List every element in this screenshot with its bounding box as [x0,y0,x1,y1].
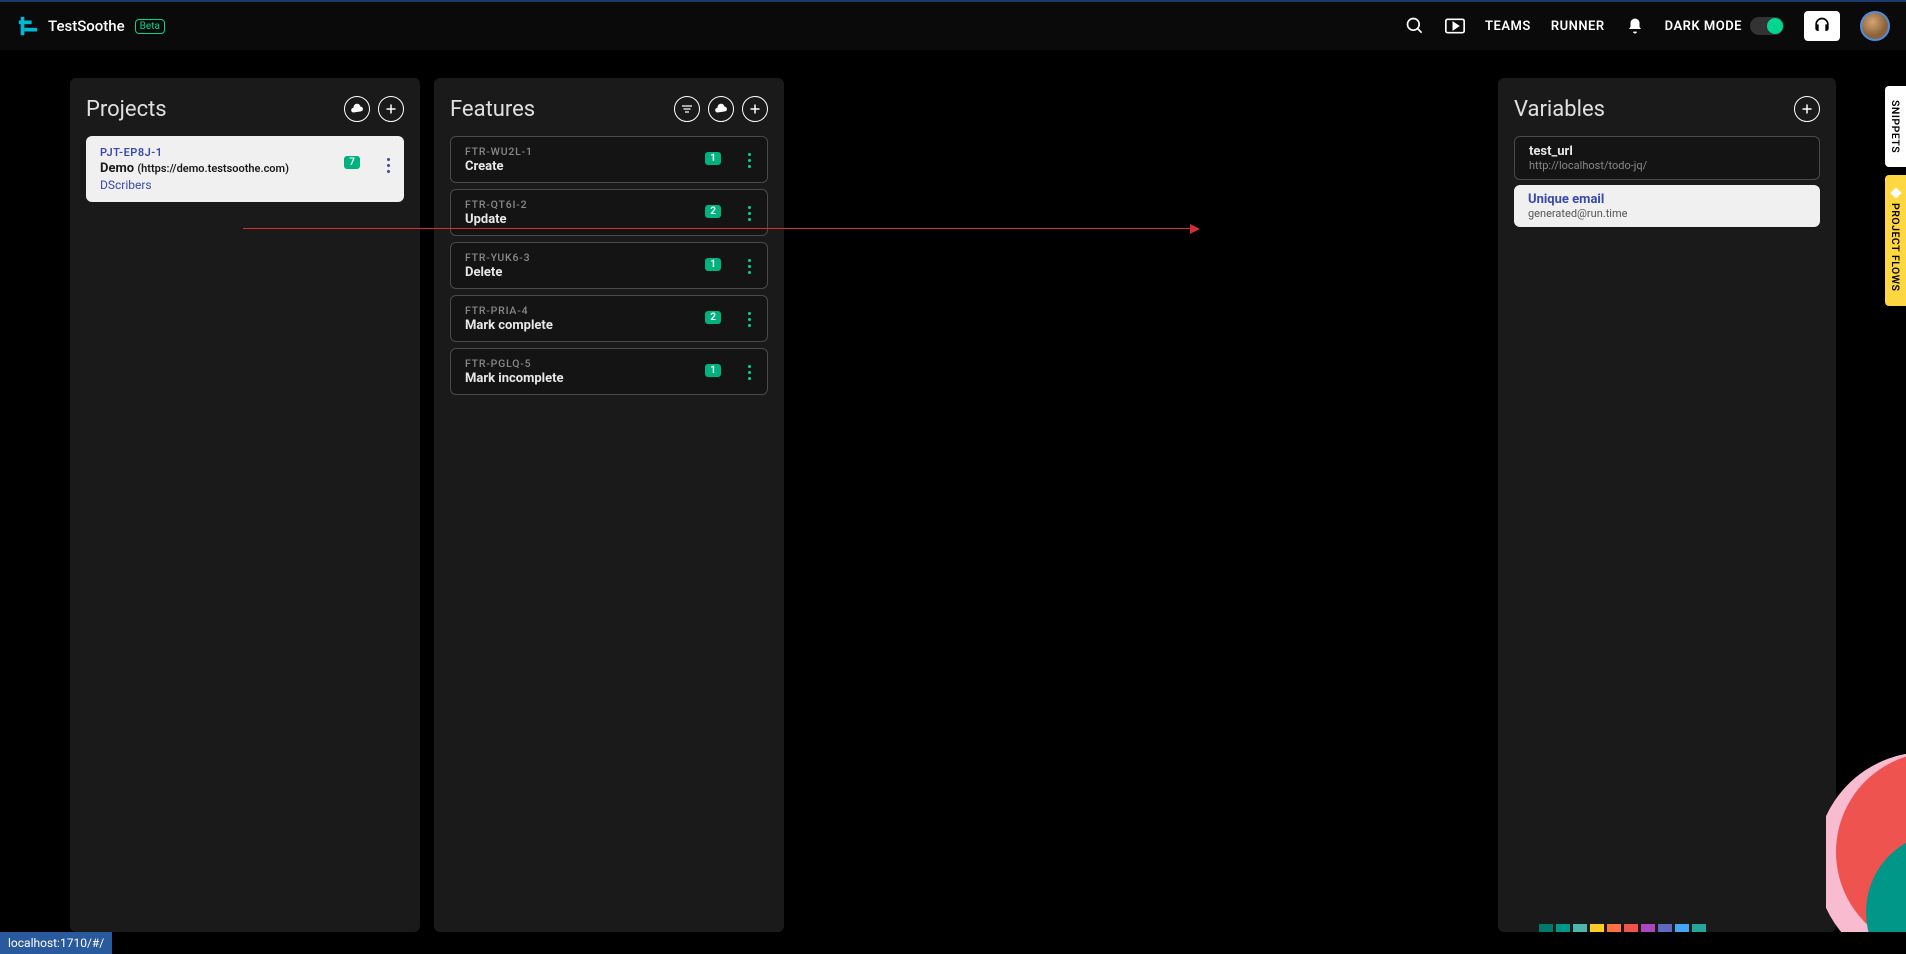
search-icon[interactable] [1405,16,1425,36]
feature-id: FTR-YUK6-3 [465,251,721,264]
feature-menu-icon[interactable] [744,202,755,225]
side-tabs: SNIPPETS PROJECT FLOWS [1885,86,1906,306]
variables-panel: Variables test_urlhttp://localhost/todo-… [1498,78,1836,932]
feature-id: FTR-WU2L-1 [465,145,721,158]
feature-name: Mark incomplete [465,371,721,386]
variable-card[interactable]: test_urlhttp://localhost/todo-jq/ [1514,136,1820,180]
project-name: Demo [100,161,134,176]
app-root: TestSoothe Beta TEAMS RUNNER DARK MODE [0,0,1906,954]
dark-mode-label: DARK MODE [1665,19,1742,34]
feature-menu-icon[interactable] [744,149,755,172]
play-video-icon[interactable] [1445,16,1465,36]
feature-id: FTR-QT6I-2 [465,198,721,211]
projects-header: Projects [86,96,404,122]
app-name: TestSoothe [48,17,125,35]
features-upload-button[interactable] [708,96,734,122]
project-url: (https://demo.testsoothe.com) [137,162,289,175]
dark-mode-control: DARK MODE [1665,17,1784,35]
feature-count-badge: 2 [705,205,721,218]
feature-count-badge: 2 [705,311,721,324]
logo-icon [16,14,40,38]
tab-project-flows[interactable]: PROJECT FLOWS [1885,175,1906,305]
header: TestSoothe Beta TEAMS RUNNER DARK MODE [0,2,1906,50]
projects-title: Projects [86,97,167,122]
feature-count-badge: 1 [705,258,721,271]
feature-menu-icon[interactable] [744,255,755,278]
variables-list: test_urlhttp://localhost/todo-jq/Unique … [1514,136,1820,232]
feature-id: FTR-PRIA-4 [465,304,721,317]
dark-mode-toggle[interactable] [1750,17,1784,35]
variable-value: generated@run.time [1528,207,1806,220]
nav-runner[interactable]: RUNNER [1551,19,1605,34]
project-menu-icon[interactable] [383,154,394,177]
bottom-stripes [1539,924,1706,932]
header-right: TEAMS RUNNER DARK MODE [1405,11,1890,41]
beta-badge: Beta [135,19,165,34]
nav-teams[interactable]: TEAMS [1485,19,1531,34]
status-url: localhost:1710/#/ [8,936,104,950]
features-title: Features [450,97,535,122]
variables-title: Variables [1514,97,1605,122]
feature-name: Update [465,212,721,227]
feature-count-badge: 1 [705,364,721,377]
features-add-button[interactable] [742,96,768,122]
variable-name: Unique email [1528,192,1806,207]
feature-card[interactable]: FTR-PRIA-4Mark complete2 [450,295,768,342]
projects-upload-button[interactable] [344,96,370,122]
variable-value: http://localhost/todo-jq/ [1529,159,1805,172]
tab-project-flows-label: PROJECT FLOWS [1889,203,1902,291]
feature-name: Mark complete [465,318,721,333]
project-id: PJT-EP8J-1 [100,146,358,159]
logo[interactable]: TestSoothe Beta [16,14,165,38]
feature-menu-icon[interactable] [744,361,755,384]
variables-header: Variables [1514,96,1820,122]
features-sort-button[interactable] [674,96,700,122]
main: Projects PJT-EP8J-1 Demo (https://demo.t… [0,50,1906,932]
status-bar: localhost:1710/#/ [0,932,112,954]
project-org: DScribers [100,178,358,192]
feature-id: FTR-PGLQ-5 [465,357,721,370]
feature-name: Create [465,159,721,174]
avatar[interactable] [1860,11,1890,41]
feature-count-badge: 1 [705,152,721,165]
projects-panel: Projects PJT-EP8J-1 Demo (https://demo.t… [70,78,420,932]
feature-card[interactable]: FTR-WU2L-1Create1 [450,136,768,183]
diamond-icon [1890,187,1901,198]
project-count-badge: 7 [344,156,360,169]
projects-add-button[interactable] [378,96,404,122]
features-header: Features [450,96,768,122]
feature-card[interactable]: FTR-PGLQ-5Mark incomplete1 [450,348,768,395]
variable-card[interactable]: Unique emailgenerated@run.time [1514,185,1820,227]
features-panel: Features FTR-WU2L-1Create1FTR-QT6I-2Upda… [434,78,784,932]
variable-name: test_url [1529,144,1805,159]
feature-menu-icon[interactable] [744,308,755,331]
feature-name: Delete [465,265,721,280]
bell-icon[interactable] [1625,16,1645,36]
support-button[interactable] [1804,11,1840,41]
spacer [798,78,1484,932]
tab-snippets[interactable]: SNIPPETS [1885,86,1906,167]
feature-card[interactable]: FTR-YUK6-3Delete1 [450,242,768,289]
variables-add-button[interactable] [1794,96,1820,122]
project-card[interactable]: PJT-EP8J-1 Demo (https://demo.testsoothe… [86,136,404,202]
annotation-line [243,228,1195,229]
features-list: FTR-WU2L-1Create1FTR-QT6I-2Update2FTR-YU… [450,136,768,401]
annotation-arrow-icon [1190,224,1200,234]
